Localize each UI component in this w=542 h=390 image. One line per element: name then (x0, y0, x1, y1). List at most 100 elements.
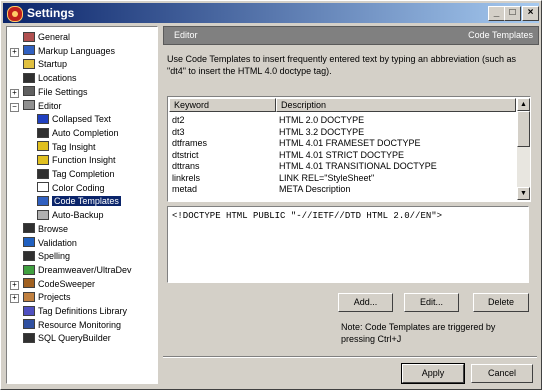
tree-item-collapsed-text[interactable]: Collapsed Text (37, 113, 111, 126)
tree-expander-icon[interactable]: + (10, 47, 19, 57)
panel-header: Editor Code Templates (163, 26, 539, 45)
add-button[interactable]: Add... (338, 293, 393, 312)
tree-item-label: CodeSweeper (38, 278, 96, 289)
browse-icon (23, 223, 35, 234)
tree-expander-icon[interactable]: + (10, 88, 19, 98)
tree-item-label: File Settings (38, 86, 88, 97)
settings-window: Settings _ □ × General + Markup Languages S… (0, 0, 542, 390)
tree-item-label: Function Insight (52, 155, 116, 166)
row-description: HTML 3.2 DOCTYPE (279, 126, 365, 137)
color-coding-icon (37, 182, 49, 193)
table-row[interactable]: dtstrict HTML 4.01 STRICT DOCTYPE (169, 150, 515, 161)
editor-icon (23, 100, 35, 111)
templates-list[interactable]: Keyword Description dt2 HTML 2.0 DOCTYPE d… (167, 96, 531, 202)
tree-item-label: Tag Insight (52, 141, 96, 152)
edit-button[interactable]: Edit... (404, 293, 459, 312)
row-description: HTML 4.01 STRICT DOCTYPE (279, 149, 405, 160)
collapsed-text-icon (37, 113, 49, 124)
table-row[interactable]: dt3 HTML 3.2 DOCTYPE (169, 127, 515, 138)
cancel-button[interactable]: Cancel (471, 364, 533, 383)
tree-item-code-templates[interactable]: Code Templates (37, 195, 121, 208)
panel-description: Use Code Templates to insert frequently … (167, 54, 517, 76)
minimize-button[interactable]: _ (488, 6, 505, 21)
tree-item-color-coding[interactable]: Color Coding (37, 182, 105, 195)
row-description: META Description (279, 184, 351, 194)
app-icon (7, 6, 23, 22)
delete-button[interactable]: Delete (473, 293, 529, 312)
tree-item-editor[interactable]: Editor (23, 100, 62, 113)
table-row[interactable]: linkrels LINK REL="StyleSheet" (169, 173, 515, 184)
tree-item-auto-completion[interactable]: Auto Completion (37, 127, 119, 140)
folder-icon (23, 59, 35, 70)
spelling-icon (23, 250, 35, 261)
bulb-icon (37, 154, 49, 165)
tree-expander-icon[interactable]: + (10, 280, 19, 290)
scroll-thumb[interactable] (517, 111, 530, 147)
tree-item-browse[interactable]: Browse (23, 223, 68, 236)
tree-item-dreamweaver-ultradev[interactable]: Dreamweaver/UltraDev (23, 264, 132, 277)
auto-backup-icon (37, 209, 49, 220)
tag-completion-icon (37, 168, 49, 179)
close-button[interactable]: × (522, 6, 539, 21)
window-title: Settings (27, 6, 75, 20)
codesweeper-icon (23, 278, 35, 289)
tree-item-function-insight[interactable]: Function Insight (37, 154, 116, 167)
locations-icon (23, 72, 35, 83)
tree-item-label: Markup Languages (38, 45, 116, 56)
tree-item-markup-languages[interactable]: Markup Languages (23, 45, 115, 58)
tree-item-tag-insight[interactable]: Tag Insight (37, 141, 96, 154)
tree-item-validation[interactable]: Validation (23, 237, 77, 250)
file-settings-icon (23, 86, 35, 97)
apply-button[interactable]: Apply (401, 363, 465, 384)
validation-icon (23, 237, 35, 248)
tree-item-label: Resource Monitoring (38, 319, 122, 330)
tree-item-label: Locations (38, 73, 77, 84)
tree-item-sql-querybuilder[interactable]: SQL QueryBuilder (23, 332, 111, 345)
table-row[interactable]: dttrans HTML 4.01 TRANSITIONAL DOCTYPE (169, 161, 515, 172)
title-bar[interactable]: Settings _ □ × (3, 3, 539, 23)
row-description: HTML 4.01 FRAMESET DOCTYPE (279, 138, 421, 148)
row-keyword: dt2 (172, 115, 185, 125)
table-row[interactable]: metad META Description (169, 184, 515, 195)
table-row[interactable]: dtframes HTML 4.01 FRAMESET DOCTYPE (169, 138, 515, 149)
column-header-description[interactable]: Description (276, 98, 516, 112)
template-code-editor[interactable]: <!DOCTYPE HTML PUBLIC "-//IETF//DTD HTML… (167, 206, 529, 283)
table-row[interactable]: dt2 HTML 2.0 DOCTYPE (169, 115, 515, 126)
settings-tree[interactable]: General + Markup Languages Startup Locations… (6, 26, 158, 384)
tree-item-auto-backup[interactable]: Auto-Backup (37, 209, 104, 222)
list-scrollbar[interactable]: ▲ ▼ (517, 98, 530, 200)
tree-item-projects[interactable]: Projects (23, 291, 71, 304)
tree-item-startup[interactable]: Startup (23, 58, 67, 71)
tree-item-locations[interactable]: Locations (23, 72, 77, 85)
tree-item-codesweeper[interactable]: CodeSweeper (23, 278, 95, 291)
markup-icon (23, 45, 35, 56)
row-keyword: dttrans (172, 161, 200, 171)
auto-completion-icon (37, 127, 49, 138)
tree-item-label: Editor (38, 100, 62, 111)
tree-item-label: Dreamweaver/UltraDev (38, 264, 132, 275)
tree-item-tag-completion[interactable]: Tag Completion (37, 168, 115, 181)
projects-icon (23, 291, 35, 302)
tree-item-file-settings[interactable]: File Settings (23, 86, 88, 99)
tree-item-label: Browse (38, 223, 69, 234)
tree-expander-icon[interactable]: + (10, 294, 19, 304)
row-keyword: dtframes (172, 138, 208, 148)
tree-item-resource-monitoring[interactable]: Resource Monitoring (23, 319, 121, 332)
panel-header-page: Code Templates (468, 30, 533, 40)
bulb-icon (37, 141, 49, 152)
sql-querybuilder-icon (23, 333, 35, 344)
scroll-up-icon[interactable]: ▲ (517, 98, 530, 111)
row-keyword: linkrels (172, 172, 201, 183)
column-header-keyword[interactable]: Keyword (169, 98, 276, 112)
tree-expander-icon[interactable]: − (10, 102, 19, 112)
tree-item-label: Projects (38, 292, 71, 303)
scroll-down-icon[interactable]: ▼ (517, 187, 530, 200)
tree-item-label: Auto-Backup (52, 210, 104, 221)
tree-item-general[interactable]: General (23, 31, 70, 44)
row-description: LINK REL="StyleSheet" (279, 172, 375, 183)
tree-item-tag-definitions-library[interactable]: Tag Definitions Library (23, 305, 127, 318)
tree-item-label: Collapsed Text (52, 114, 111, 125)
maximize-button[interactable]: □ (504, 6, 521, 21)
tree-item-spelling[interactable]: Spelling (23, 250, 70, 263)
row-description: HTML 2.0 DOCTYPE (279, 115, 365, 125)
